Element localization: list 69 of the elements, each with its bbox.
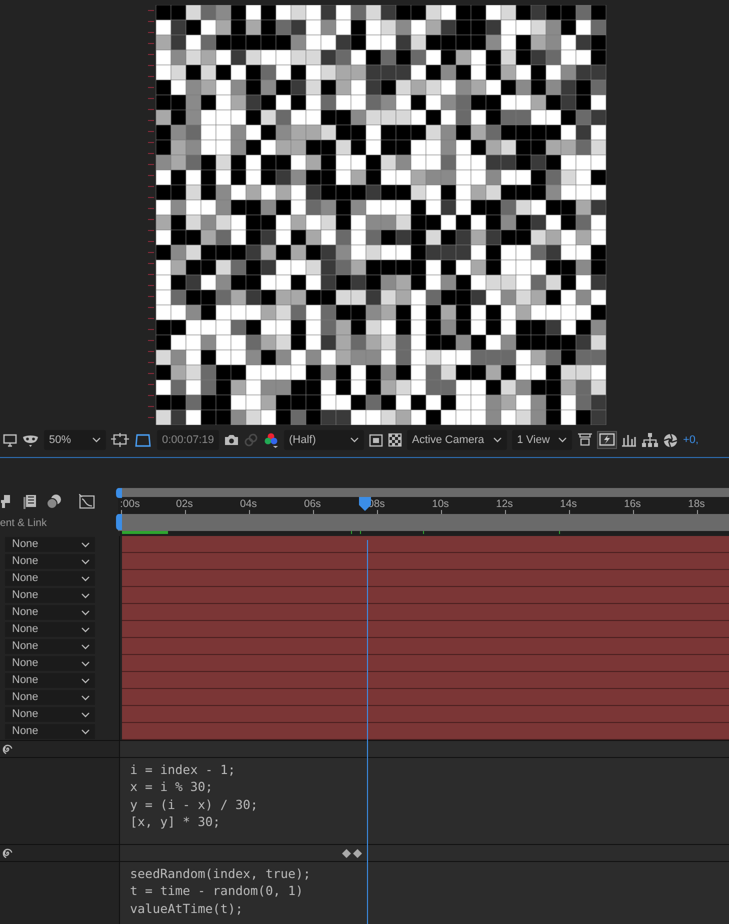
caret-icon xyxy=(81,661,90,667)
camera-icon[interactable] xyxy=(224,434,239,446)
expression-code[interactable]: seedRandom(index, true); t = time - random(0, 1) valueAtTime(t); xyxy=(120,862,729,924)
playhead-handle[interactable] xyxy=(359,497,372,511)
parent-dropdown[interactable]: None xyxy=(5,605,95,620)
time-label: 10s xyxy=(432,498,449,510)
caret-icon xyxy=(350,437,359,443)
caret-icon xyxy=(81,644,90,650)
caret-icon xyxy=(81,627,90,633)
parent-dropdown[interactable]: None xyxy=(5,622,95,637)
navigator-start-handle[interactable] xyxy=(116,488,122,498)
region-icon[interactable] xyxy=(111,433,129,447)
caret-icon xyxy=(81,729,90,735)
caret-icon xyxy=(81,559,90,565)
caret-icon xyxy=(493,437,502,443)
view-layout-dropdown[interactable]: 1 View xyxy=(512,430,572,450)
shutter-icon[interactable] xyxy=(663,432,678,448)
checkerboard-icon[interactable] xyxy=(388,433,402,447)
fast-preview-icon[interactable] xyxy=(598,432,616,448)
time-label: 18s xyxy=(688,498,705,510)
resolution-dropdown[interactable]: (Half) xyxy=(284,430,364,450)
caret-icon xyxy=(81,712,90,718)
caret-icon xyxy=(92,437,101,443)
parent-dropdown[interactable]: None xyxy=(5,656,95,671)
toggle-pixel-icon[interactable] xyxy=(577,433,593,447)
film-icon[interactable] xyxy=(23,494,37,508)
parent-dropdown[interactable]: None xyxy=(5,724,95,739)
caret-icon xyxy=(81,678,90,684)
timeline-icon[interactable] xyxy=(621,433,637,447)
camera-dropdown[interactable]: Active Camera xyxy=(407,430,507,450)
timecode-field[interactable]: 0:00:07:19 xyxy=(157,430,219,450)
expression-code[interactable]: i = index - 1; x = i % 30; y = (i - x) / 30; [x, y] * 30; xyxy=(120,758,729,844)
parent-dropdown[interactable]: None xyxy=(5,554,95,569)
time-label: 12s xyxy=(496,498,513,510)
parent-dropdown[interactable]: None xyxy=(5,673,95,688)
parent-dropdown[interactable]: None xyxy=(5,690,95,705)
time-label: 16s xyxy=(624,498,641,510)
parent-dropdown[interactable]: None xyxy=(5,588,95,603)
flowchart-icon[interactable] xyxy=(642,433,658,447)
work-area-start-handle[interactable] xyxy=(116,514,122,530)
caret-icon xyxy=(81,576,90,582)
monitor-icon[interactable] xyxy=(3,434,17,446)
time-label: 04s xyxy=(240,498,257,510)
time-label: 06s xyxy=(304,498,321,510)
column-header: ent & Link xyxy=(0,516,48,528)
time-label: 02s xyxy=(176,498,193,510)
mask-icon[interactable] xyxy=(22,434,39,446)
exposure-value[interactable]: +0, xyxy=(683,434,699,446)
graph-editor-icon[interactable] xyxy=(79,494,95,508)
caret-icon xyxy=(81,593,90,599)
parent-dropdown[interactable]: None xyxy=(5,707,95,722)
zoom-dropdown[interactable]: 50% xyxy=(44,430,106,450)
keyframe-icon[interactable] xyxy=(342,849,362,858)
parent-dropdown[interactable]: None xyxy=(5,571,95,586)
cache-indicator xyxy=(122,531,168,534)
parent-dropdown[interactable]: None xyxy=(5,639,95,654)
parent-dropdown[interactable]: None xyxy=(5,537,95,552)
mask-path-icon[interactable] xyxy=(134,432,152,448)
caret-icon xyxy=(81,542,90,548)
circles-icon[interactable] xyxy=(46,494,62,508)
time-label: 14s xyxy=(560,498,577,510)
expression-icon[interactable] xyxy=(2,848,13,860)
time-label: :00s xyxy=(120,498,140,510)
caret-icon xyxy=(81,695,90,701)
expression-icon[interactable] xyxy=(2,744,13,755)
safe-area-icon[interactable] xyxy=(369,434,383,446)
color-channels-icon[interactable] xyxy=(263,432,279,448)
caret-icon xyxy=(81,610,90,616)
caret-icon xyxy=(558,437,567,443)
